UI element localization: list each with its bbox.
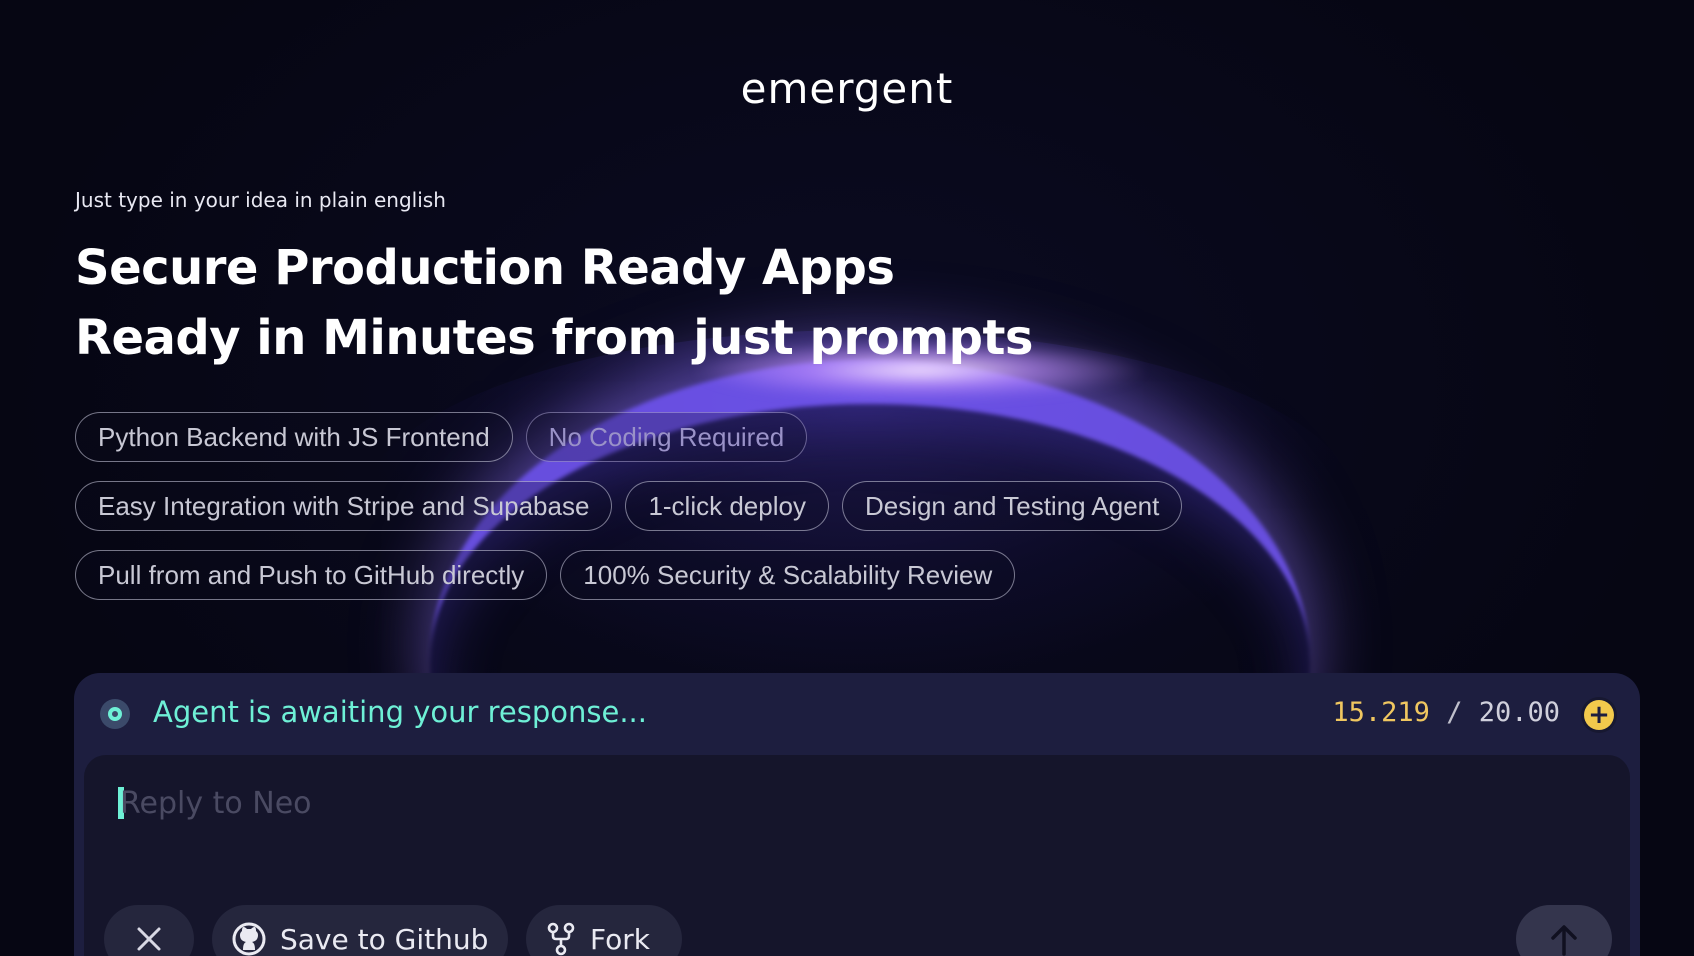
github-icon [232,922,266,956]
fork-label: Fork [590,922,650,956]
credits-used: 15.219 [1332,697,1430,728]
headline-line-2: Ready in Minutes from just prompts [75,310,1033,366]
fork-button[interactable]: Fork [526,905,682,956]
credits-separator: / [1446,697,1463,728]
save-to-github-label: Save to Github [280,922,489,956]
hero-subheading: Just type in your idea in plain english [75,188,446,212]
feature-chip: 100% Security & Scalability Review [560,550,1016,600]
plus-circle-icon[interactable]: + [1584,700,1614,730]
credits-total: 20.00 [1478,697,1560,728]
feature-chip-row-3: Pull from and Push to GitHub directly 10… [75,550,1275,600]
reply-box: Save to Github Fork [84,755,1630,956]
chat-panel: Agent is awaiting your response... 15.21… [74,673,1640,956]
feature-chip: 1-click deploy [625,481,829,531]
send-button[interactable] [1516,905,1612,956]
status-indicator-icon [100,699,130,729]
save-to-github-button[interactable]: Save to Github [212,905,508,956]
headline-line-1: Secure Production Ready Apps [75,240,895,296]
feature-chip: Easy Integration with Stripe and Supabas… [75,481,613,531]
page: emergent Just type in your idea in plain… [0,0,1694,956]
close-icon [135,925,163,953]
close-button[interactable] [104,905,194,956]
credits-counter: 15.219 / 20.00 [1332,697,1560,728]
feature-chip: Design and Testing Agent [841,481,1183,531]
arrow-up-icon [1549,922,1579,956]
fork-icon [546,922,576,956]
feature-chips: Python Backend with JS Frontend No Codin… [75,412,1275,619]
feature-chip-row-2: Easy Integration with Stripe and Supabas… [75,481,1275,531]
status-ring [108,707,122,721]
brand-logo[interactable]: emergent [0,64,1694,113]
feature-chip: Python Backend with JS Frontend [75,412,513,462]
feature-chip: No Coding Required [525,412,808,462]
feature-chip-row-1: Python Backend with JS Frontend No Codin… [75,412,1275,462]
agent-status-bar: Agent is awaiting your response... 15.21… [74,673,1640,755]
hero-headline: Secure Production Ready Apps Ready in Mi… [75,233,1033,373]
feature-chip: Pull from and Push to GitHub directly [75,550,548,600]
reply-input[interactable] [118,781,1520,825]
agent-status-text: Agent is awaiting your response... [153,695,647,729]
